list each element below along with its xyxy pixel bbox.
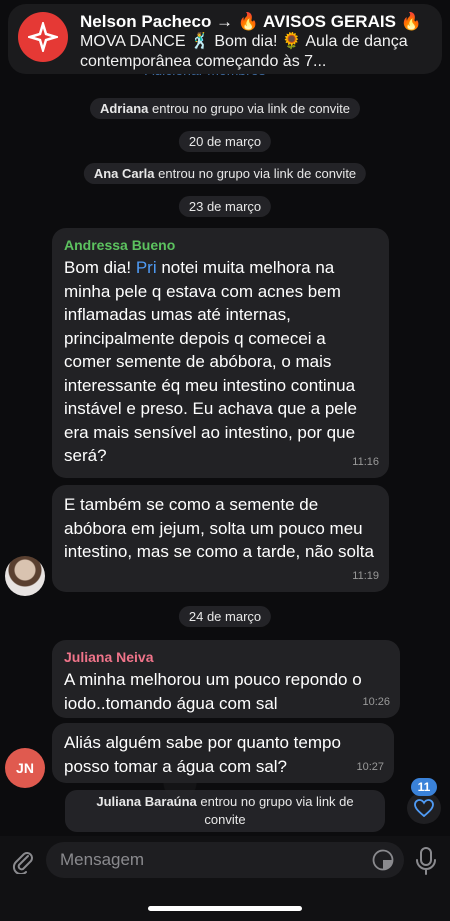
service-user: Ana Carla (93, 166, 155, 181)
message-time: 10:27 (356, 760, 384, 773)
message-text: Aliás alguém sabe por quanto tempo posso… (64, 733, 341, 776)
message-bubble[interactable]: Juliana Neiva A minha melhorou um pouco … (52, 640, 400, 718)
service-message-join: Juliana Baraúna entrou no grupo via link… (65, 790, 385, 832)
microphone-icon[interactable] (414, 846, 438, 876)
avatar[interactable] (5, 556, 45, 596)
message-time: 11:19 (352, 569, 379, 582)
service-user: Adriana (99, 101, 149, 116)
date-separator: 20 de março (178, 131, 272, 152)
notification-body: MOVA DANCE 🕺 Bom dia! 🌻 Aula de dança co… (80, 33, 408, 70)
service-text: entrou no grupo via link de convite (154, 166, 357, 181)
message-field[interactable] (46, 842, 404, 878)
message-text: A minha melhorou um pouco repondo o iodo… (64, 670, 362, 713)
message-text: Bom dia! Pri notei muita melhora na minh… (64, 256, 377, 468)
avatar[interactable]: JN (5, 748, 45, 788)
message-sender[interactable]: Juliana Neiva (64, 648, 388, 666)
message-text: E também se como a semente de abóbora em… (64, 495, 374, 561)
sticker-icon[interactable] (372, 849, 394, 871)
message-bubble[interactable]: Aliás alguém sabe por quanto tempo posso… (52, 723, 394, 783)
notification-content: Nelson Pacheco → 🔥 AVISOS GERAIS 🔥 MOVA … (80, 12, 432, 72)
home-indicator[interactable] (148, 906, 302, 911)
message-time: 11:16 (352, 455, 379, 468)
paperclip-icon[interactable] (10, 848, 36, 876)
notification-banner[interactable]: Nelson Pacheco → 🔥 AVISOS GERAIS 🔥 MOVA … (8, 4, 442, 74)
message-text-part: notei muita melhora na minha pele q esta… (64, 258, 357, 465)
notification-title: Nelson Pacheco → 🔥 AVISOS GERAIS 🔥 (80, 12, 422, 31)
unread-count-badge: 11 (410, 778, 438, 796)
service-user: Juliana Baraúna (96, 794, 197, 809)
message-time: 10:26 (362, 695, 390, 708)
message-sender[interactable]: Andressa Bueno (64, 236, 377, 254)
service-message-join: Adriana entrou no grupo via link de conv… (89, 98, 361, 119)
service-message-join: Ana Carla entrou no grupo via link de co… (83, 163, 367, 184)
unread-reactions-button[interactable]: 11 (407, 778, 441, 824)
service-text: entrou no grupo via link de convite (196, 794, 354, 827)
heart-icon (407, 792, 441, 824)
message-bubble[interactable]: E também se como a semente de abóbora em… (52, 485, 389, 592)
service-text: entrou no grupo via link de convite (148, 101, 351, 116)
date-separator: 24 de março (178, 606, 272, 627)
mention-link[interactable]: Pri (136, 258, 157, 277)
app-logo-icon (18, 12, 68, 62)
message-bubble[interactable]: Andressa Bueno Bom dia! Pri notei muita … (52, 228, 389, 478)
message-input[interactable] (60, 850, 350, 870)
message-text-part: Bom dia! (64, 258, 136, 277)
date-separator: 23 de março (178, 196, 272, 217)
